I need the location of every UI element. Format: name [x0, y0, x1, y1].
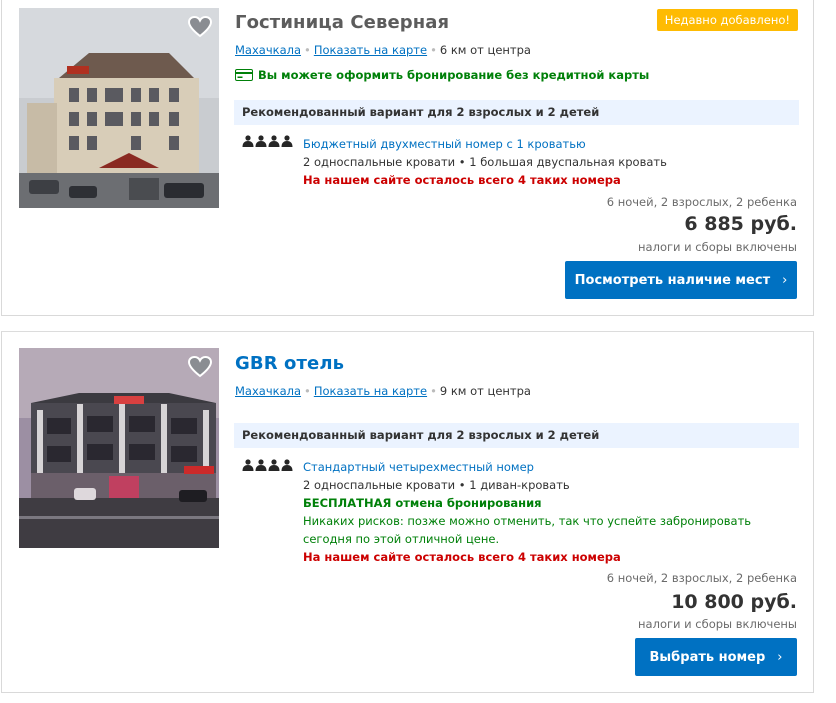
- room-details: Стандартный четырехместный номер 2 однос…: [303, 458, 803, 566]
- scarcity-message: На нашем сайте осталось всего 4 таких но…: [303, 173, 621, 187]
- person-icon: [268, 459, 280, 471]
- person-icon: [281, 135, 293, 147]
- check-availability-button[interactable]: Посмотреть наличие мест ›: [565, 261, 797, 299]
- person-icon: [242, 135, 254, 147]
- distance-text: 9 км от центра: [439, 384, 531, 398]
- hotel-title[interactable]: Гостиница Северная: [235, 12, 449, 33]
- bed-configuration: 2 односпальные кровати • 1 большая двусп…: [303, 155, 667, 169]
- credit-card-icon: [235, 69, 253, 81]
- recently-added-badge: Недавно добавлено!: [656, 9, 798, 31]
- person-icon: [242, 459, 254, 471]
- scarcity-message: На нашем сайте осталось всего 4 таких но…: [303, 550, 621, 564]
- separator-dot: •: [430, 43, 437, 57]
- free-cancellation-label: БЕСПЛАТНАЯ отмена бронирования: [303, 496, 542, 510]
- separator-dot: •: [304, 43, 311, 57]
- occupancy-icons: [242, 135, 293, 147]
- room-details: Бюджетный двухместный номер с 1 кроватью…: [303, 135, 803, 189]
- location-line: Махачкала • Показать на карте • 6 км от цент…: [235, 43, 531, 57]
- distance-text: 6 км от центра: [439, 43, 531, 57]
- room-name-link[interactable]: Стандартный четырехместный номер: [303, 458, 803, 476]
- room-name-link[interactable]: Бюджетный двухместный номер с 1 кроватью: [303, 135, 803, 153]
- price: 10 800 руб.: [671, 591, 797, 613]
- select-room-label: Выбрать номер: [649, 649, 766, 665]
- person-icon: [255, 459, 267, 471]
- stay-summary: 6 ночей, 2 взрослых, 2 ребенка: [606, 571, 797, 585]
- price: 6 885 руб.: [684, 213, 797, 235]
- occupancy-icons: [242, 459, 293, 471]
- chevron-right-icon: ›: [782, 272, 788, 288]
- check-availability-label: Посмотреть наличие мест: [574, 272, 771, 288]
- hotel-photo[interactable]: [19, 8, 219, 208]
- hotel-photo[interactable]: [19, 348, 219, 548]
- bed-configuration: 2 односпальные кровати • 1 диван-кровать: [303, 478, 570, 492]
- chevron-right-icon: ›: [777, 649, 783, 665]
- city-link[interactable]: Махачкала: [235, 43, 301, 57]
- favorite-heart-icon[interactable]: [187, 354, 213, 380]
- no-credit-card-notice: Вы можете оформить бронирование без кред…: [235, 68, 649, 82]
- recommendation-bar: Рекомендованный вариант для 2 взрослых и…: [234, 100, 799, 125]
- taxes-note: налоги и сборы включены: [638, 240, 797, 254]
- location-line: Махачкала • Показать на карте • 9 км от цент…: [235, 384, 531, 398]
- separator-dot: •: [304, 384, 311, 398]
- favorite-heart-icon[interactable]: [187, 14, 213, 40]
- recommendation-bar: Рекомендованный вариант для 2 взрослых и…: [234, 423, 799, 448]
- person-icon: [268, 135, 280, 147]
- show-on-map-link[interactable]: Показать на карте: [314, 43, 427, 57]
- separator-dot: •: [430, 384, 437, 398]
- person-icon: [255, 135, 267, 147]
- stay-summary: 6 ночей, 2 взрослых, 2 ребенка: [606, 195, 797, 209]
- taxes-note: налоги и сборы включены: [638, 617, 797, 631]
- hotel-title[interactable]: GBR отель: [235, 353, 344, 374]
- hotel-card: GBR отель Махачкала • Показать на карте • 9 …: [1, 331, 814, 693]
- city-link[interactable]: Махачкала: [235, 384, 301, 398]
- show-on-map-link[interactable]: Показать на карте: [314, 384, 427, 398]
- hotel-card: Гостиница Северная Недавно добавлено! Ма…: [1, 0, 814, 316]
- select-room-button[interactable]: Выбрать номер ›: [635, 638, 797, 676]
- no-risk-message: Никаких рисков: позже можно отменить, та…: [303, 514, 752, 546]
- person-icon: [281, 459, 293, 471]
- no-credit-card-text: Вы можете оформить бронирование без кред…: [258, 68, 650, 82]
